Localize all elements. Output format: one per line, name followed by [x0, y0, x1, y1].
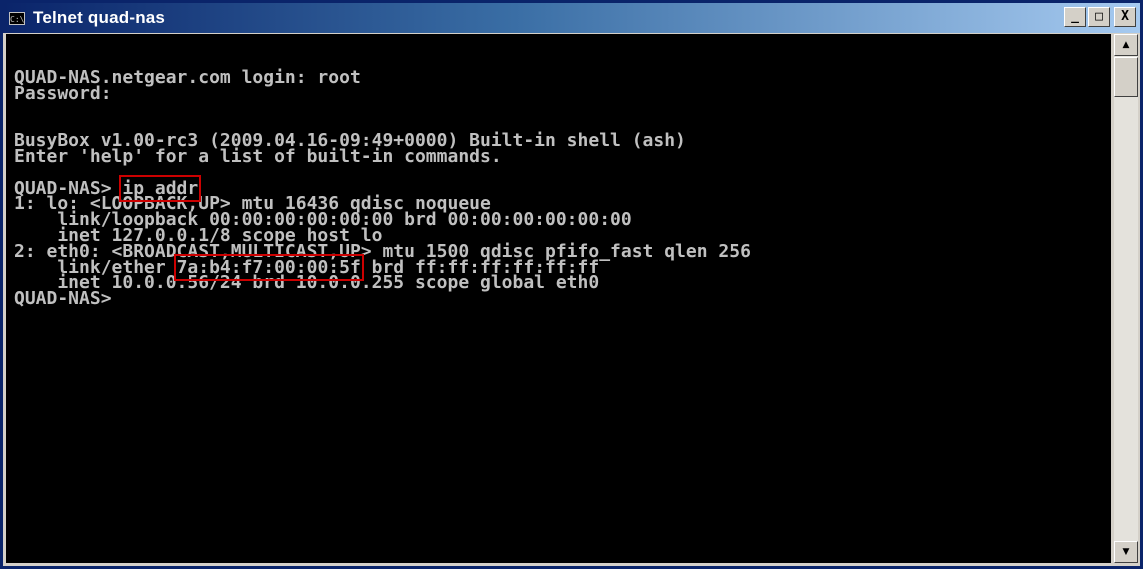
vertical-scrollbar[interactable]: ▲ ▼: [1114, 34, 1138, 563]
window-controls: _ □ X: [1064, 7, 1136, 27]
console-line: inet 10.0.0.56/24 brd 10.0.0.255 scope g…: [14, 274, 751, 292]
maximize-button[interactable]: □: [1088, 7, 1110, 27]
title-bar[interactable]: C:\ Telnet quad-nas _ □ X: [3, 3, 1140, 33]
console-line: QUAD-NAS>: [14, 288, 751, 310]
close-button[interactable]: X: [1114, 7, 1136, 27]
console-lines: QUAD-NAS.netgear.com login: root Password…: [14, 69, 751, 310]
console-line: Password:: [14, 82, 751, 104]
scroll-down-button[interactable]: ▼: [1114, 541, 1138, 563]
console-line: Enter 'help' for a list of built-in comm…: [14, 145, 751, 167]
console-text: QUAD-NAS>: [14, 288, 112, 310]
console-output[interactable]: QUAD-NAS.netgear.com login: root Password…: [6, 34, 1111, 563]
console-line: QUAD-NAS.netgear.com login: root: [14, 69, 751, 87]
scroll-up-button[interactable]: ▲: [1114, 34, 1138, 56]
window-title: Telnet quad-nas: [33, 8, 166, 27]
console-icon[interactable]: C:\: [9, 11, 25, 25]
scrollbar-thumb[interactable]: [1114, 57, 1138, 97]
console-text: Password:: [14, 82, 112, 104]
console-text: Enter 'help' for a list of built-in comm…: [14, 145, 502, 167]
minimize-button[interactable]: _: [1064, 7, 1086, 27]
